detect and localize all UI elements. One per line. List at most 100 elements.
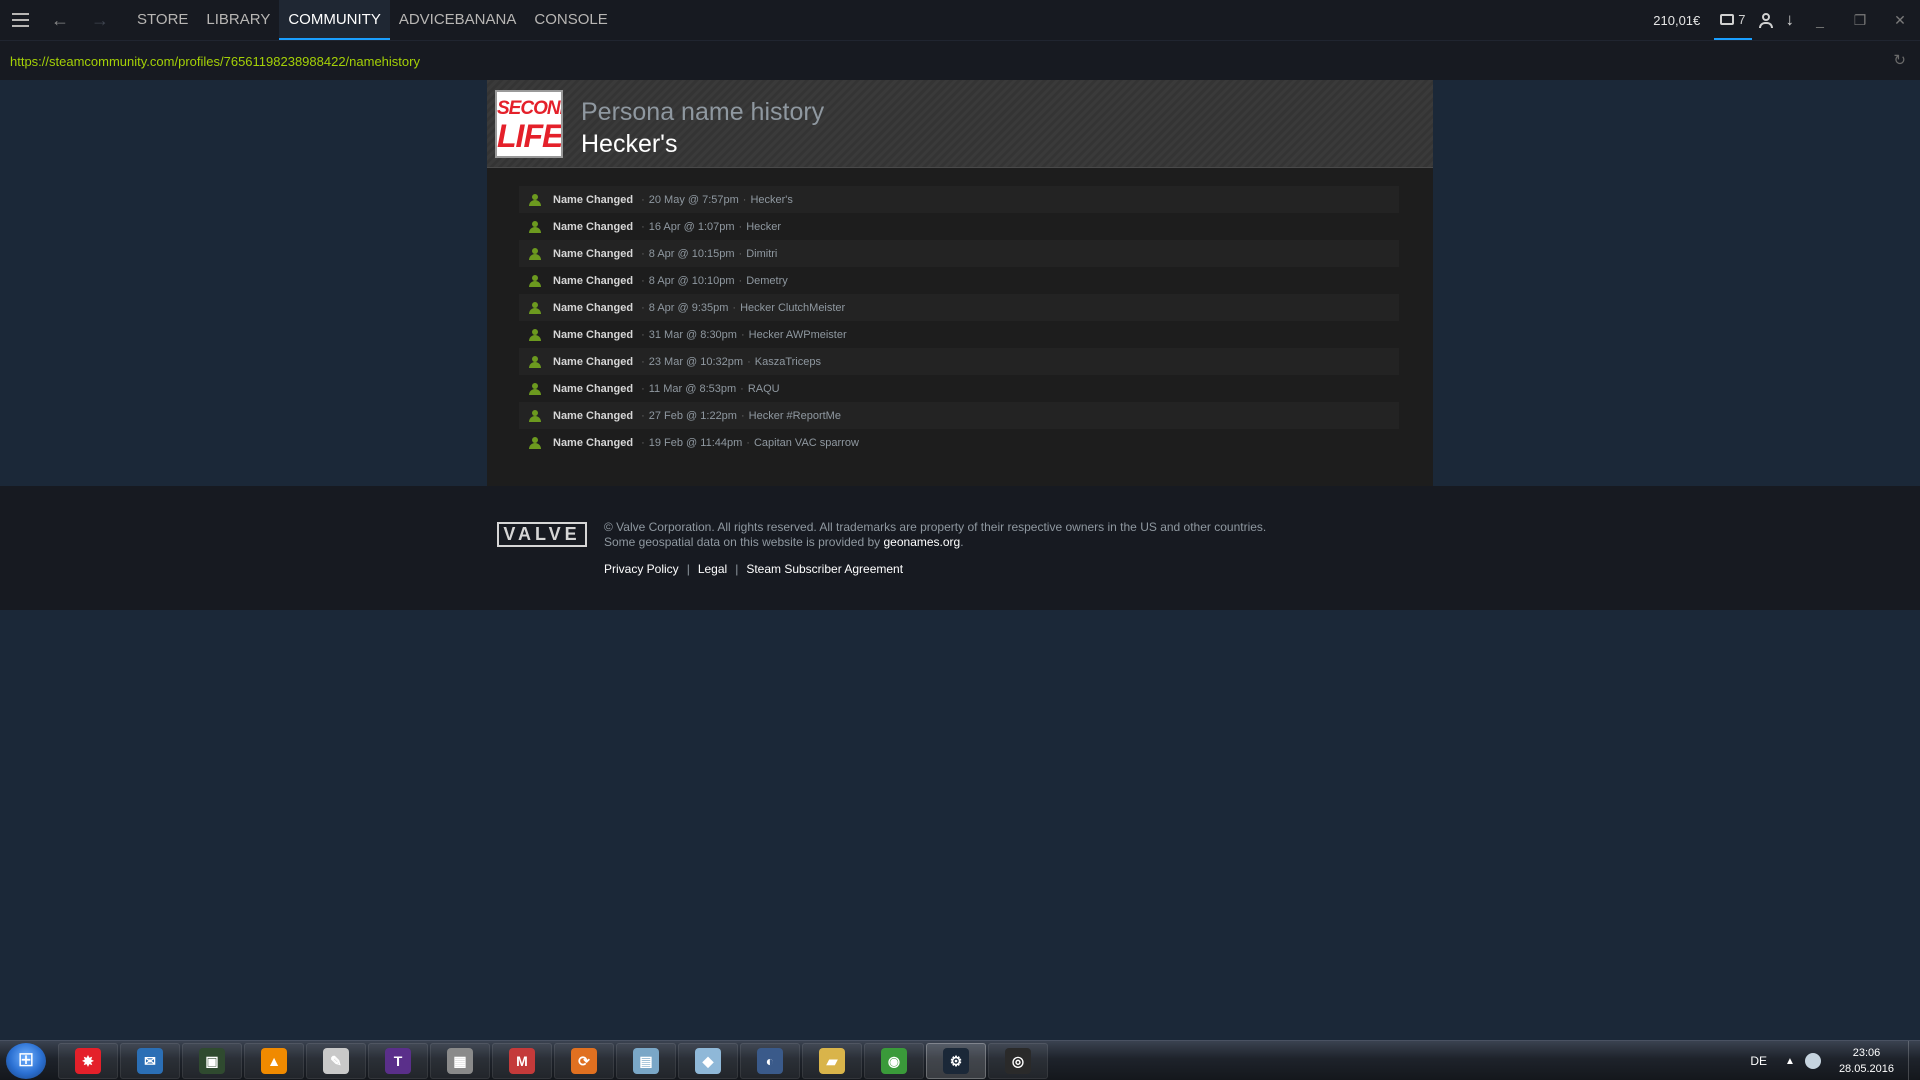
history-separator: · [740, 382, 744, 395]
tab-advicebanana[interactable]: ADVICEBANANA [390, 0, 526, 40]
subscriber-agreement-link[interactable]: Steam Subscriber Agreement [746, 562, 903, 576]
legal-link[interactable]: Legal [698, 562, 727, 576]
history-separator: · [738, 247, 743, 260]
person-icon [529, 220, 541, 233]
history-label: Name Changed [553, 247, 634, 260]
name-history-panel: SECOND LIFE Persona name history Hecker'… [487, 80, 1433, 486]
history-label: Name Changed [553, 274, 634, 287]
history-separator: · [746, 436, 750, 449]
history-date: 8 Apr @ 10:15pm [648, 247, 735, 260]
taskbar-item[interactable]: ⚙ [926, 1043, 986, 1079]
legal-text: © Valve Corporation. All rights reserved… [604, 520, 1266, 550]
taskbar-item[interactable]: T [368, 1043, 428, 1079]
history-row: Name Changed · 8 Apr @ 10:10pm · Demetry [519, 267, 1399, 294]
history-separator: · [747, 355, 751, 368]
taskbar-item[interactable]: ◐ [740, 1043, 800, 1079]
taskbar-item[interactable]: ▣ [182, 1043, 242, 1079]
history-separator: · [738, 220, 743, 233]
person-icon [529, 382, 541, 395]
history-name: RAQU [747, 382, 780, 395]
minimize-icon[interactable]: _ [1800, 0, 1840, 40]
history-date: 8 Apr @ 9:35pm [648, 301, 729, 314]
valve-logo[interactable]: VALVE [497, 522, 587, 547]
url-text[interactable]: https://steamcommunity.com/profiles/7656… [10, 54, 420, 69]
tab-store[interactable]: STORE [128, 0, 197, 40]
menu-icon[interactable] [0, 0, 40, 40]
taskbar-item[interactable]: ▲ [244, 1043, 304, 1079]
taskbar-item[interactable]: ✉ [120, 1043, 180, 1079]
taskbar-item[interactable]: ◉ [864, 1043, 924, 1079]
history-separator: · [641, 301, 645, 314]
history-date: 16 Apr @ 1:07pm [648, 220, 735, 233]
taskbar-item[interactable]: ✸ [58, 1043, 118, 1079]
friends-button[interactable] [1752, 0, 1780, 40]
clock-time: 23:06 [1852, 1047, 1881, 1059]
texmaker-icon: T [385, 1048, 411, 1074]
person-icon [529, 301, 541, 314]
history-separator: · [641, 409, 645, 422]
show-desktop-button[interactable] [1908, 1041, 1920, 1080]
tab-library[interactable]: LIBRARY [197, 0, 279, 40]
user-icon [1758, 12, 1774, 28]
person-icon [529, 247, 541, 260]
history-label: Name Changed [553, 382, 634, 395]
history-row: Name Changed · 20 May @ 7:57pm · Hecker's [519, 186, 1399, 213]
clock[interactable]: 23:06 28.05.2016 [1839, 1045, 1894, 1077]
taskbar-item[interactable]: ◎ [988, 1043, 1048, 1079]
taskbar-item[interactable]: ⟳ [554, 1043, 614, 1079]
history-row: Name Changed · 27 Feb @ 1:22pm · Hecker #Rep… [519, 402, 1399, 429]
notification-count: 7 [1738, 11, 1746, 27]
taskbar-item[interactable]: ✎ [306, 1043, 366, 1079]
legal-line-1: © Valve Corporation. All rights reserved… [604, 520, 1267, 534]
language-indicator[interactable]: DE [1750, 1054, 1767, 1068]
history-label: Name Changed [553, 193, 634, 206]
history-name: Dimitri [746, 247, 778, 260]
taskbar-item[interactable]: ▰ [802, 1043, 862, 1079]
history-row: Name Changed · 16 Apr @ 1:07pm · Hecker [519, 213, 1399, 240]
history-separator: · [738, 274, 743, 287]
history-name: Demetry [746, 274, 788, 287]
tab-console[interactable]: CONSOLE [525, 0, 616, 40]
close-icon[interactable]: ✕ [1880, 0, 1920, 40]
steam-tray-icon[interactable] [1804, 1053, 1821, 1069]
history-label: Name Changed [553, 409, 634, 422]
history-row: Name Changed · 23 Mar @ 10:32pm · KaszaTrice… [519, 348, 1399, 375]
tab-community[interactable]: COMMUNITY [279, 0, 390, 40]
avatar-text-line1: SECOND [497, 98, 561, 119]
title-bar: ← → STORE LIBRARY COMMUNITY ADVICEBANANA CON… [0, 0, 1920, 40]
page-title: Persona name history [581, 98, 825, 126]
tray-expand-icon[interactable]: ▲ [1785, 1056, 1795, 1067]
wallet-balance[interactable]: 210,01€ [1653, 13, 1700, 28]
start-button[interactable] [6, 1043, 46, 1079]
avatar[interactable]: SECOND LIFE [495, 90, 563, 158]
file-explorer-icon: ▰ [819, 1048, 845, 1074]
taskbar-item[interactable]: ▦ [430, 1043, 490, 1079]
taskbar-item[interactable]: M [492, 1043, 552, 1079]
taskbar-item[interactable]: ▤ [616, 1043, 676, 1079]
paper-icon: ◆ [695, 1048, 721, 1074]
person-icon [529, 355, 541, 368]
reload-icon[interactable]: ↻ [1893, 51, 1906, 69]
footer-links: Privacy Policy | Legal | Steam Subscribe… [604, 562, 903, 576]
history-label: Name Changed [553, 355, 634, 368]
history-separator: · [641, 436, 645, 449]
history-name: Capitan VAC sparrow [753, 436, 859, 449]
history-date: 8 Apr @ 10:10pm [648, 274, 735, 287]
footer-separator: | [735, 562, 739, 576]
notepad-icon: ✎ [323, 1048, 349, 1074]
downloads-button[interactable]: ↓ [1780, 0, 1801, 40]
page-content: SECOND LIFE Persona name history Hecker'… [0, 80, 1920, 1040]
privacy-policy-link[interactable]: Privacy Policy [604, 562, 679, 576]
back-arrow-icon[interactable]: ← [40, 0, 80, 40]
media-player-icon: ◐ [757, 1048, 783, 1074]
taskbar-item[interactable]: ◆ [678, 1043, 738, 1079]
windows-taskbar: ✸ ✉ ▣ ▲ ✎ T ▦ M ⟳ ▤ ◆ ◐ ▰ ◉ ⚙ ◎ DE ▲ 23:06 28.05.2016 [0, 1040, 1920, 1080]
notifications-button[interactable]: 7 [1714, 0, 1752, 40]
profile-name[interactable]: Hecker's [581, 130, 677, 159]
download-icon: ↓ [1785, 10, 1795, 29]
maximize-icon[interactable]: ❐ [1840, 0, 1880, 40]
history-row: Name Changed · 11 Mar @ 8:53pm · RAQU [519, 375, 1399, 402]
name-history-list: Name Changed · 20 May @ 7:57pm · Hecker's Nam… [519, 186, 1399, 456]
forward-arrow-icon[interactable]: → [80, 0, 120, 40]
geonames-link[interactable]: geonames.org [884, 535, 961, 549]
